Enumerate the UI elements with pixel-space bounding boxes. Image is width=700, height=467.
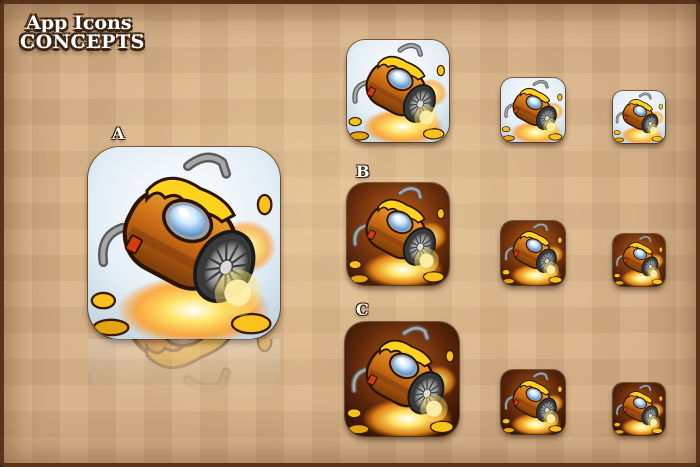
app-icon-b-medium[interactable] — [347, 183, 449, 285]
concept-label-a: A — [112, 124, 125, 143]
app-icon-a-tiny[interactable] — [613, 91, 665, 143]
concept-label-b: B — [356, 162, 370, 181]
app-icon-c-small[interactable] — [501, 370, 565, 434]
app-icon-a-large[interactable] — [88, 147, 280, 339]
app-icon-b-small[interactable] — [501, 221, 565, 285]
app-icon-b-tiny[interactable] — [613, 234, 665, 286]
canvas: App Icons CONCEPTS A B C — [0, 0, 700, 467]
app-icon-c-tiny[interactable] — [613, 383, 665, 435]
page-title: App Icons CONCEPTS — [20, 14, 145, 52]
app-icon-a-medium[interactable] — [347, 40, 449, 142]
title-line-2: CONCEPTS — [20, 31, 145, 53]
concept-label-c: C — [356, 300, 369, 319]
app-icon-c-medium[interactable] — [345, 322, 459, 436]
app-icon-a-small[interactable] — [501, 78, 565, 142]
app-icon-a-reflection — [88, 339, 280, 399]
